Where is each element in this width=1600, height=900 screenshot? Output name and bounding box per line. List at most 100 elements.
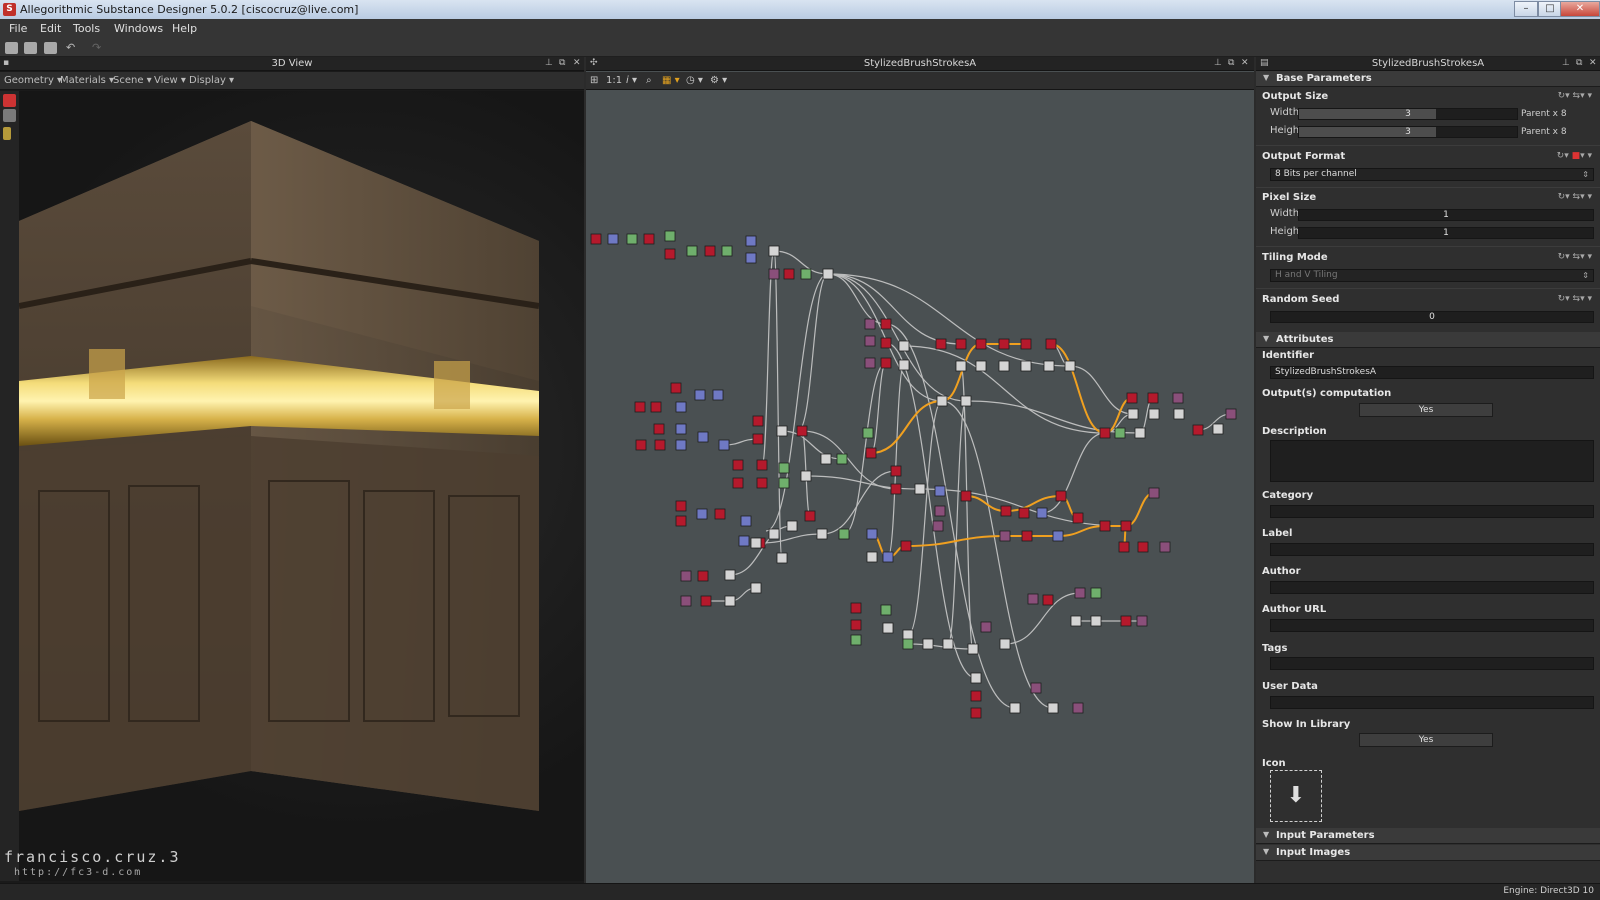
parameter-function-icons[interactable]: ↻▾ ⇆▾ ▾	[1558, 91, 1592, 101]
graph-node[interactable]	[1018, 507, 1030, 519]
graph-node[interactable]	[935, 338, 947, 350]
graph-node[interactable]	[1072, 702, 1084, 714]
graph-node[interactable]	[820, 453, 832, 465]
graph-node[interactable]	[1114, 427, 1126, 439]
graph-node[interactable]	[898, 340, 910, 352]
info-icon[interactable]: i ▾	[626, 75, 637, 86]
graph-node[interactable]	[714, 508, 726, 520]
user-data-field[interactable]	[1270, 696, 1594, 709]
graph-node[interactable]	[822, 268, 834, 280]
graph-node[interactable]	[1120, 615, 1132, 627]
graph-node[interactable]	[864, 335, 876, 347]
graph-node[interactable]	[967, 643, 979, 655]
graph-node[interactable]	[670, 382, 682, 394]
graph-node[interactable]	[680, 595, 692, 607]
graph-node[interactable]	[643, 233, 655, 245]
new-package-icon[interactable]	[5, 42, 18, 54]
graph-node[interactable]	[1137, 541, 1149, 553]
pixel-width-slider[interactable]: 1	[1298, 209, 1594, 221]
graph-node[interactable]	[607, 233, 619, 245]
output-format-select[interactable]: 8 Bits per channel ⇕	[1270, 168, 1594, 181]
identifier-field[interactable]: StylizedBrushStrokesA	[1270, 366, 1594, 379]
parameter-function-icons[interactable]: ↻▾ ⇆▾ ▾	[1558, 192, 1592, 202]
graph-node[interactable]	[712, 389, 724, 401]
graph-node[interactable]	[1020, 338, 1032, 350]
graph-node[interactable]	[697, 570, 709, 582]
graph-node[interactable]	[697, 431, 709, 443]
graph-node[interactable]	[1134, 427, 1146, 439]
graph-node[interactable]	[1052, 530, 1064, 542]
graph-node[interactable]	[1009, 702, 1021, 714]
graph-node[interactable]	[680, 570, 692, 582]
graph-node[interactable]	[786, 520, 798, 532]
graph-node[interactable]	[1148, 408, 1160, 420]
attributes-section[interactable]: ▼ Attributes	[1256, 332, 1600, 348]
graph-node[interactable]	[970, 707, 982, 719]
graph-node[interactable]	[675, 500, 687, 512]
outputs-computation-button[interactable]: Yes	[1359, 403, 1493, 417]
graph-node[interactable]	[934, 505, 946, 517]
menu-display[interactable]: Display ▾	[189, 75, 234, 86]
menu-view[interactable]: View ▾	[154, 75, 186, 86]
tags-field[interactable]	[1270, 657, 1594, 670]
graph-node[interactable]	[778, 462, 790, 474]
graph-node[interactable]	[850, 602, 862, 614]
graph-node[interactable]	[1225, 408, 1237, 420]
record-icon[interactable]	[3, 94, 16, 107]
graph-node[interactable]	[980, 621, 992, 633]
graph-node[interactable]	[756, 459, 768, 471]
graph-node[interactable]	[999, 530, 1011, 542]
graph-node[interactable]	[880, 318, 892, 330]
graph-node[interactable]	[960, 395, 972, 407]
graph-node[interactable]	[675, 401, 687, 413]
random-seed-slider[interactable]: 0	[1270, 311, 1594, 323]
graph-node[interactable]	[1118, 541, 1130, 553]
graph-node[interactable]	[740, 515, 752, 527]
graph-node[interactable]	[750, 582, 762, 594]
graph-node[interactable]	[1000, 505, 1012, 517]
graph-node[interactable]	[664, 230, 676, 242]
menu-tools[interactable]: Tools	[73, 22, 100, 35]
graph-node[interactable]	[922, 638, 934, 650]
input-parameters-section[interactable]: ▼ Input Parameters	[1256, 828, 1600, 844]
graph-node[interactable]	[1126, 392, 1138, 404]
graph-node[interactable]	[960, 490, 972, 502]
graph-node[interactable]	[752, 433, 764, 445]
graph-node[interactable]	[654, 439, 666, 451]
graph-node[interactable]	[745, 252, 757, 264]
graph-node[interactable]	[1070, 615, 1082, 627]
download-icon[interactable]: ⬇	[1270, 770, 1322, 822]
graph-node[interactable]	[750, 537, 762, 549]
graph-node[interactable]	[675, 423, 687, 435]
graph-node[interactable]	[1064, 360, 1076, 372]
graph-node[interactable]	[1212, 423, 1224, 435]
graph-node[interactable]	[783, 268, 795, 280]
float-icon[interactable]: ⧉	[1228, 58, 1234, 68]
graph-node[interactable]	[865, 447, 877, 459]
show-in-library-button[interactable]: Yes	[1359, 733, 1493, 747]
close-window-button[interactable]: ✕	[1560, 1, 1600, 17]
graph-node[interactable]	[1159, 541, 1171, 553]
graph-node[interactable]	[850, 619, 862, 631]
graph-node[interactable]	[694, 389, 706, 401]
graph-node[interactable]	[721, 245, 733, 257]
graph-node[interactable]	[776, 552, 788, 564]
graph-node[interactable]	[1036, 507, 1048, 519]
graph-node[interactable]	[902, 629, 914, 641]
graph-node[interactable]	[718, 439, 730, 451]
graph-node[interactable]	[804, 510, 816, 522]
graph-node[interactable]	[866, 528, 878, 540]
graph-node[interactable]	[934, 485, 946, 497]
graph-node[interactable]	[955, 338, 967, 350]
graph-node[interactable]	[650, 401, 662, 413]
graph-node[interactable]	[1090, 615, 1102, 627]
menu-help[interactable]: Help	[172, 22, 197, 35]
menu-windows[interactable]: Windows	[114, 22, 163, 35]
graph-node[interactable]	[675, 515, 687, 527]
graph-node[interactable]	[1090, 587, 1102, 599]
graph-node[interactable]	[1192, 424, 1204, 436]
base-parameters-section[interactable]: ▼ Base Parameters	[1256, 71, 1600, 87]
graph-node[interactable]	[1120, 520, 1132, 532]
menu-file[interactable]: File	[9, 22, 27, 35]
graph-node[interactable]	[880, 337, 892, 349]
